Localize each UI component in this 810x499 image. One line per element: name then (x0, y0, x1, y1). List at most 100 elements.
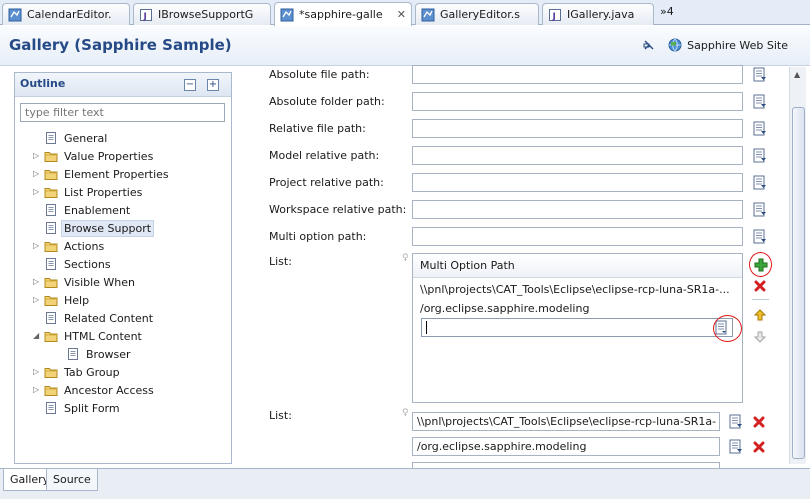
expand-twisty-icon[interactable]: ▷ (33, 296, 41, 304)
expand-twisty-icon[interactable]: ▷ (33, 188, 41, 196)
browse-icon[interactable] (752, 175, 768, 191)
close-icon[interactable]: ✕ (397, 8, 406, 21)
editor-header: Gallery (Sapphire Sample) Sapphire Web S… (0, 26, 810, 66)
tree-item-label: Related Content (64, 312, 154, 325)
browse-icon[interactable] (728, 439, 744, 455)
sapphire-editor-icon (8, 8, 22, 22)
tab-igallery-java[interactable]: J IGallery.java (542, 3, 654, 25)
browse-icon[interactable] (752, 148, 768, 164)
collapse-twisty-icon[interactable]: ◢ (33, 332, 41, 340)
outline-item-list-properties[interactable]: ▷ List Properties (15, 183, 231, 201)
tab-label: CalendarEditor. (27, 8, 112, 21)
outline-item-ancestor-access[interactable]: ▷ Ancestor Access (15, 381, 231, 399)
move-down-icon[interactable] (752, 329, 768, 345)
table-column-header[interactable]: Multi Option Path (413, 254, 742, 278)
globe-icon (668, 38, 682, 52)
outline-item-browser[interactable]: Browser (15, 345, 231, 363)
outline-item-tab-group[interactable]: ▷ Tab Group (15, 363, 231, 381)
path-input[interactable] (412, 92, 743, 111)
sapphire-editor-icon (280, 8, 294, 22)
list-item-input[interactable]: /org.eclipse.sapphire.modeling (412, 437, 720, 456)
outline-item-related-content[interactable]: Related Content (15, 309, 231, 327)
expand-all-button[interactable]: + (207, 79, 219, 91)
tab-source[interactable]: Source (46, 469, 98, 491)
browse-icon[interactable] (752, 202, 768, 218)
outline-item-general[interactable]: General (15, 129, 231, 147)
sapphire-editor-icon (421, 8, 435, 22)
browse-icon[interactable] (752, 121, 768, 137)
list-item-input[interactable]: \\pnl\projects\CAT_Tools\Eclipse\eclipse… (412, 412, 720, 431)
multi-option-path-table[interactable]: Multi Option Path \\pnl\projects\CAT_Too… (412, 253, 743, 403)
tree-item-label: List Properties (64, 186, 143, 199)
outline-item-enablement[interactable]: Enablement (15, 201, 231, 219)
browse-icon[interactable] (752, 67, 768, 83)
collapse-all-button[interactable]: − (184, 79, 196, 91)
vertical-scrollbar[interactable]: ▲ (789, 67, 806, 464)
table-row[interactable]: \\pnl\projects\CAT_Tools\Eclipse\eclipse… (420, 283, 738, 296)
outline-item-sections[interactable]: Sections (15, 255, 231, 273)
list-label: List: (269, 409, 292, 422)
expand-twisty-icon[interactable]: ▷ (33, 152, 41, 160)
tab-sapphire-gallery[interactable]: *sapphire-galle ✕ (274, 2, 412, 26)
outline-item-browse-support[interactable]: Browse Support (15, 219, 231, 237)
scrollbar-thumb[interactable] (792, 107, 805, 459)
expand-twisty-icon[interactable]: ▷ (33, 386, 41, 394)
expand-twisty-icon[interactable]: ▷ (33, 368, 41, 376)
tab-ibrowse-support[interactable]: J IBrowseSupportG (133, 3, 271, 25)
field-label: Absolute file path: (269, 68, 370, 81)
path-input[interactable] (412, 119, 743, 138)
path-input[interactable] (412, 200, 743, 219)
hide-outline-icon[interactable] (642, 38, 656, 52)
outline-item-element-properties[interactable]: ▷ Element Properties (15, 165, 231, 183)
expand-twisty-icon[interactable]: ▷ (33, 242, 41, 250)
page-icon (44, 203, 58, 217)
delete-icon[interactable] (752, 278, 768, 294)
browse-icon[interactable] (752, 94, 768, 110)
page-icon (44, 257, 58, 271)
outline-item-actions[interactable]: ▷ Actions (15, 237, 231, 255)
outline-item-value-properties[interactable]: ▷ Value Properties (15, 147, 231, 165)
page-icon (44, 221, 58, 235)
expand-twisty-icon[interactable]: ▷ (33, 278, 41, 286)
browse-icon[interactable] (728, 414, 744, 430)
tab-label: *sapphire-galle (299, 8, 383, 21)
table-row[interactable]: /org.eclipse.sapphire.modeling (420, 302, 589, 315)
assist-bulb-icon: ♀ (402, 408, 409, 418)
move-up-icon[interactable] (752, 307, 768, 323)
field-label: Workspace relative path: (269, 203, 407, 216)
folder-icon (44, 293, 58, 307)
folder-icon (44, 365, 58, 379)
outline-item-visible-when[interactable]: ▷ Visible When (15, 273, 231, 291)
tab-gallery-editor[interactable]: GalleryEditor.s (415, 3, 539, 25)
java-interface-icon: J (139, 8, 153, 22)
browse-icon[interactable] (752, 229, 768, 245)
expand-twisty-icon[interactable]: ▷ (33, 170, 41, 178)
path-input[interactable] (412, 65, 743, 84)
outline-filter-input[interactable] (20, 103, 225, 122)
outline-item-help[interactable]: ▷ Help (15, 291, 231, 309)
tab-overflow-button[interactable]: »4 (660, 5, 674, 18)
outline-item-split-form[interactable]: Split Form (15, 399, 231, 417)
table-cell-editor[interactable] (421, 318, 733, 337)
outline-panel: Outline − + General ▷ Value Properties ▷ Ele… (14, 72, 232, 464)
field-label: Model relative path: (269, 149, 380, 162)
page-icon (44, 131, 58, 145)
scroll-up-arrow-icon[interactable]: ▲ (794, 70, 800, 79)
path-input[interactable] (412, 173, 743, 192)
tree-item-label: Value Properties (64, 150, 154, 163)
delete-icon[interactable] (751, 414, 767, 430)
folder-icon (44, 275, 58, 289)
outline-item-html-content[interactable]: ◢ HTML Content (15, 327, 231, 345)
assist-bulb-icon: ♀ (402, 253, 409, 263)
page-icon (44, 401, 58, 415)
editor-page-tabs: Gallery Source (0, 468, 810, 499)
delete-icon[interactable] (751, 439, 767, 455)
sapphire-web-site-link[interactable]: Sapphire Web Site (668, 38, 788, 52)
folder-icon (44, 329, 58, 343)
text-caret (426, 321, 427, 334)
path-input[interactable] (412, 146, 743, 165)
tree-item-label: Help (64, 294, 90, 307)
tab-calendar-editor[interactable]: CalendarEditor. (2, 3, 130, 25)
annotation-circle (713, 315, 742, 342)
path-input[interactable] (412, 227, 743, 246)
